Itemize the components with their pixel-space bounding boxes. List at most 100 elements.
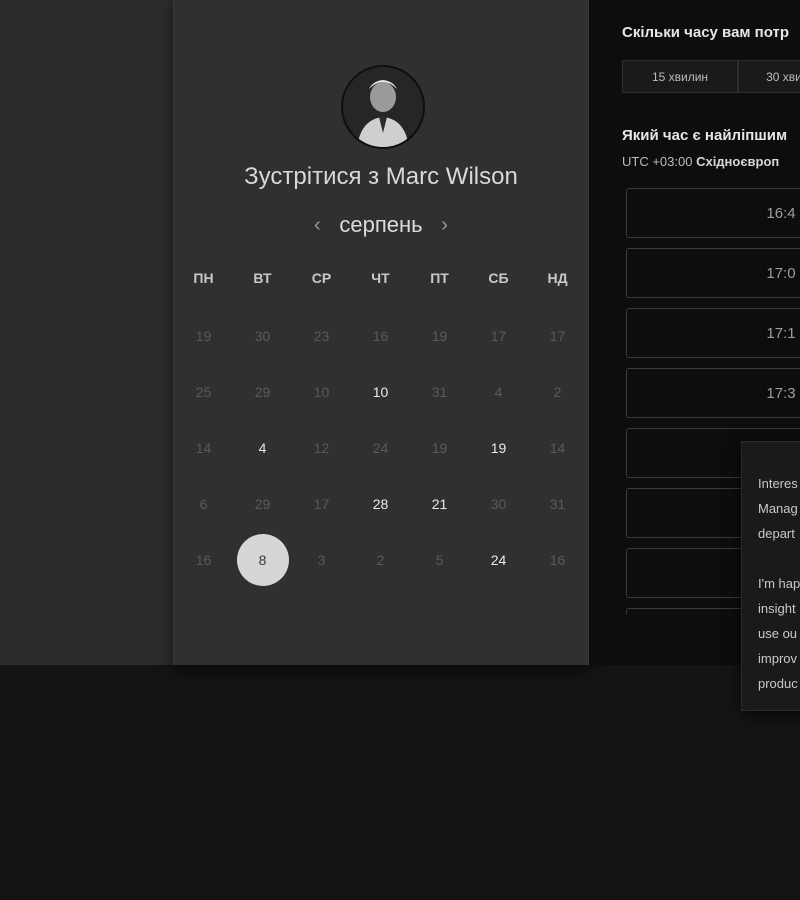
host-bio-tooltip: Interes Manag depart I'm hap insight use… (741, 441, 800, 711)
time-slot-button[interactable]: 17:0 (626, 248, 800, 298)
calendar-day-number: 10 (372, 384, 389, 400)
weekday-label: СБ (488, 270, 509, 286)
calendar-day-number: 19 (195, 328, 212, 344)
calendar-day-number: 2 (376, 552, 385, 568)
calendar-week-row: 16 8 3 2 5 24 16 (174, 532, 588, 588)
calendar-day-number: 2 (553, 384, 562, 400)
month-navigation: ‹ серпень › (174, 210, 588, 240)
calendar-day: 10 (292, 364, 351, 420)
calendar-day: 17 (528, 308, 587, 364)
calendar-day: 14 (174, 420, 233, 476)
weekday-label: НД (547, 270, 568, 286)
calendar-day-number: 12 (313, 440, 330, 456)
person-avatar-icon (343, 67, 423, 147)
calendar-day: 5 (410, 532, 469, 588)
calendar-day: 19 (174, 308, 233, 364)
calendar-day-number: 28 (372, 496, 389, 512)
weekday-header: ПН ВТ СР ЧТ ПТ СБ НД (174, 270, 588, 286)
calendar-day[interactable]: 28 (351, 476, 410, 532)
month-label: серпень (339, 212, 423, 237)
calendar-week-row: 6 29 17 28 21 30 31 (174, 476, 588, 532)
calendar-day: 29 (233, 476, 292, 532)
calendar-day: 14 (528, 420, 587, 476)
calendar-day[interactable]: 24 (469, 532, 528, 588)
calendar-week-row: 19 30 23 16 19 17 17 (174, 308, 588, 364)
calendar-day-number: 19 (431, 328, 448, 344)
avatar (341, 65, 425, 149)
calendar-day-number: 10 (313, 384, 330, 400)
calendar-day: 2 (528, 364, 587, 420)
calendar-day: 19 (410, 420, 469, 476)
calendar-card: Зустрітися з Marc Wilson ‹ серпень › ПН В… (173, 0, 589, 665)
calendar-day: 31 (528, 476, 587, 532)
calendar-day[interactable]: 4 (233, 420, 292, 476)
calendar-day-number: 3 (317, 552, 326, 568)
calendar-day-number: 19 (431, 440, 448, 456)
calendar-day-number: 29 (254, 496, 271, 512)
calendar-day-number: 19 (490, 440, 507, 456)
calendar-day-number: 16 (372, 328, 389, 344)
timezone-name: Східноєвроп (696, 154, 780, 169)
calendar-day[interactable]: 10 (351, 364, 410, 420)
calendar-day-number: 31 (431, 384, 448, 400)
calendar-day-selected[interactable]: 8 (233, 532, 292, 588)
calendar-week-row: 25 29 10 10 31 4 2 (174, 364, 588, 420)
calendar-day-number: 17 (490, 328, 507, 344)
time-slot-button[interactable]: 17:1 (626, 308, 800, 358)
calendar-day-number: 29 (254, 384, 271, 400)
calendar-day: 29 (233, 364, 292, 420)
duration-question: Скільки часу вам потр (622, 24, 790, 41)
calendar-day-number: 23 (313, 328, 330, 344)
calendar-day-number: 30 (490, 496, 507, 512)
calendar-day: 19 (410, 308, 469, 364)
weekday-label: СР (311, 270, 332, 286)
calendar-day: 16 (174, 532, 233, 588)
calendar-day: 30 (469, 476, 528, 532)
calendar-day: 2 (351, 532, 410, 588)
calendar-day[interactable]: 19 (469, 420, 528, 476)
calendar-day-number: 8 (236, 534, 289, 586)
calendar-day: 24 (351, 420, 410, 476)
timezone-offset: UTC +03:00 (622, 154, 693, 169)
calendar-day: 25 (174, 364, 233, 420)
calendar-day: 3 (292, 532, 351, 588)
calendar-day-number: 21 (431, 496, 448, 512)
chevron-left-icon[interactable]: ‹ (309, 214, 325, 237)
tooltip-text: Interes Manag depart I'm hap insight use… (758, 476, 800, 691)
calendar-day: 16 (351, 308, 410, 364)
calendar-day-number: 25 (195, 384, 212, 400)
calendar-week-row: 14 4 12 24 19 19 14 (174, 420, 588, 476)
weekday-label: ПН (193, 270, 214, 286)
calendar-day-number: 4 (494, 384, 503, 400)
calendar-day-number: 14 (549, 440, 566, 456)
weekday-label: ПТ (430, 270, 449, 286)
calendar-days-grid: 19 30 23 16 19 17 17 25 29 10 10 31 4 2 14 4 12 24 19 19 14 6… (174, 308, 588, 588)
calendar-day-number: 24 (490, 552, 507, 568)
time-question: Який час є найліпшим (622, 127, 788, 144)
chevron-right-icon[interactable]: › (437, 214, 453, 237)
calendar-day-number: 24 (372, 440, 389, 456)
timezone-row[interactable]: UTC +03:00 Східноєвроп (622, 154, 779, 169)
calendar-day[interactable]: 21 (410, 476, 469, 532)
calendar-day-number: 16 (195, 552, 212, 568)
calendar-day: 17 (469, 308, 528, 364)
calendar-day: 23 (292, 308, 351, 364)
calendar-day-number: 16 (549, 552, 566, 568)
calendar-day-number: 4 (258, 440, 267, 456)
calendar-day-number: 17 (313, 496, 330, 512)
calendar-day-number: 6 (199, 496, 208, 512)
calendar-day: 4 (469, 364, 528, 420)
calendar-day-number: 30 (254, 328, 271, 344)
calendar-day: 17 (292, 476, 351, 532)
calendar-day-number: 17 (549, 328, 566, 344)
duration-option-15[interactable]: 15 хвилин (622, 60, 738, 93)
time-slot-button[interactable]: 16:4 (626, 188, 800, 238)
calendar-day: 6 (174, 476, 233, 532)
meeting-title: Зустрітися з Marc Wilson (244, 163, 518, 190)
time-slot-button[interactable]: 17:3 (626, 368, 800, 418)
calendar-day-number: 31 (549, 496, 566, 512)
calendar-day: 16 (528, 532, 587, 588)
duration-option-30[interactable]: 30 хви (738, 60, 800, 93)
page-footer-area (0, 665, 800, 900)
calendar-day: 12 (292, 420, 351, 476)
